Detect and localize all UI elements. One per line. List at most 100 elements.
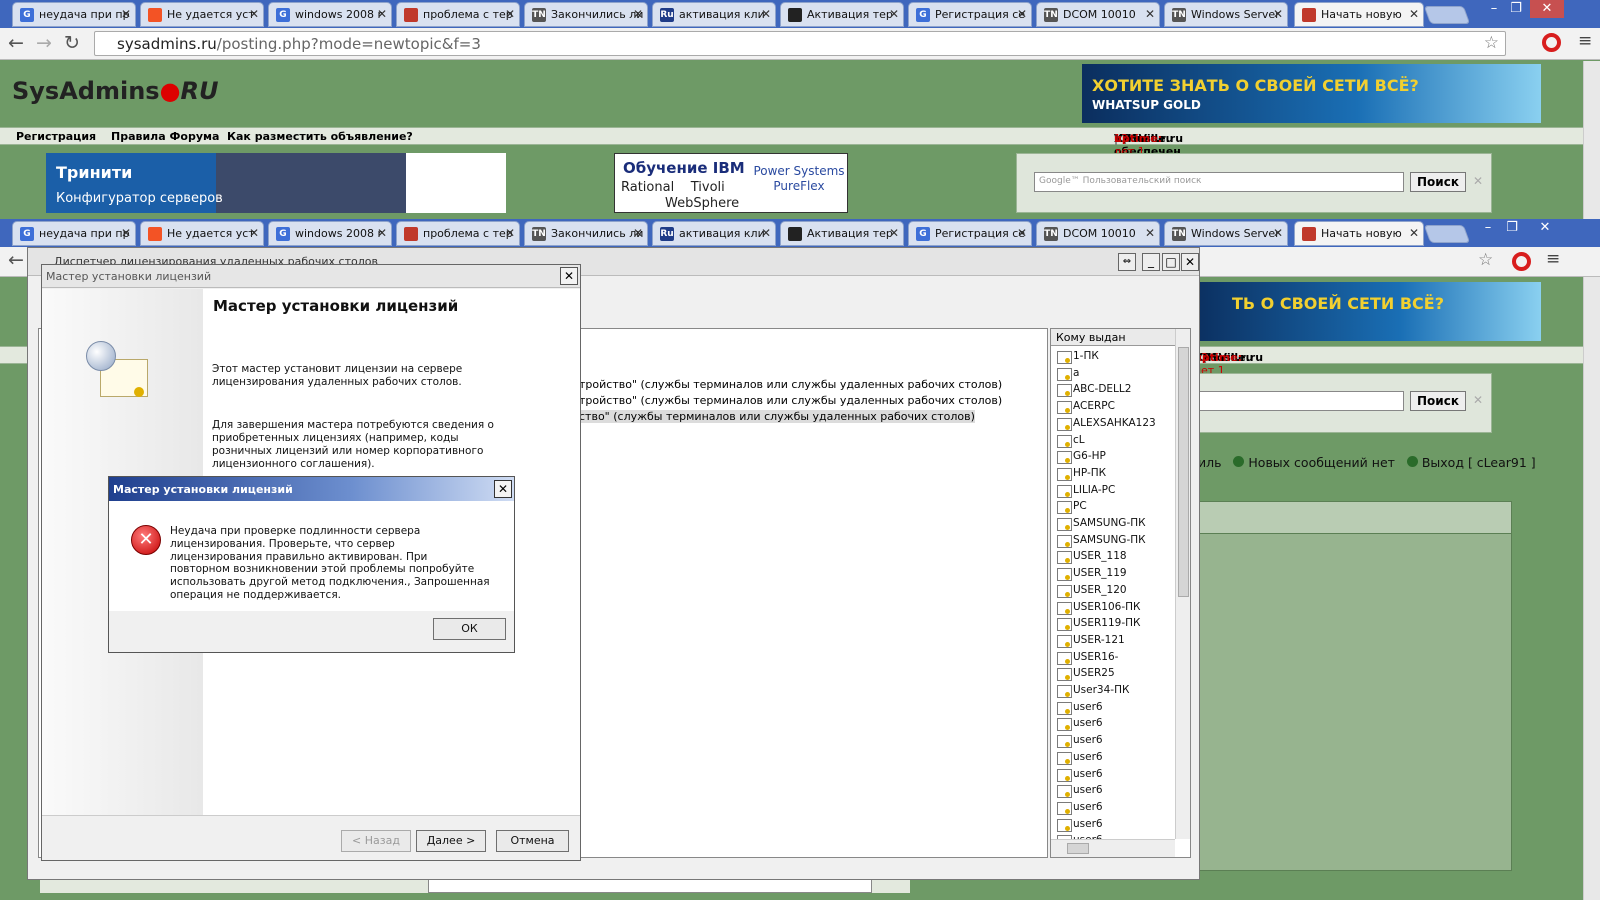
list-hscrollbar[interactable] xyxy=(1051,839,1175,857)
tab-close-icon[interactable]: ✕ xyxy=(1017,7,1027,21)
client-list-item[interactable]: G6-HP xyxy=(1057,450,1106,465)
list-scrollbar[interactable] xyxy=(1175,329,1190,839)
opera-icon[interactable] xyxy=(1542,33,1561,52)
client-list-item[interactable]: HP-ПК xyxy=(1057,467,1106,481)
remote-ad-banner[interactable]: ТЬ О СВОЕЙ СЕТИ ВСЁ? xyxy=(1190,282,1541,341)
wizard-close-button[interactable]: ✕ xyxy=(560,267,578,285)
forward-icon[interactable]: → xyxy=(36,32,52,54)
tab-close-icon[interactable]: ✕ xyxy=(505,226,515,240)
remote-search-input[interactable] xyxy=(1191,391,1404,411)
minimize-button[interactable]: – xyxy=(1484,0,1504,18)
tab-close-icon[interactable]: ✕ xyxy=(1145,226,1155,240)
client-list-item[interactable]: user6 xyxy=(1057,751,1103,765)
tab-close-icon[interactable]: ✕ xyxy=(1273,7,1283,21)
remote-tab[interactable]: проблема с тер ✕ xyxy=(396,221,520,246)
client-list-item[interactable]: LILIA-PC xyxy=(1057,484,1115,498)
client-list-item[interactable]: USER16- xyxy=(1057,651,1118,665)
client-list-item[interactable]: USER25 xyxy=(1057,667,1115,682)
remote-tab[interactable]: Активация тер ✕ xyxy=(780,221,904,246)
client-list-item[interactable]: USER106-ПК xyxy=(1057,601,1140,615)
tab-close-icon[interactable]: ✕ xyxy=(761,226,771,240)
remote-maximize-button[interactable]: ❐ xyxy=(1502,219,1522,237)
client-list-item[interactable]: USER-121 xyxy=(1057,634,1125,648)
log-line[interactable]: ство" (службы терминалов или службы удал… xyxy=(579,410,975,423)
tab-close-icon[interactable]: ✕ xyxy=(249,7,259,21)
close-icon[interactable]: ✕ xyxy=(1473,174,1483,188)
client-list-item[interactable]: ABC-DELL2 xyxy=(1057,383,1131,398)
tab-close-icon[interactable]: ✕ xyxy=(121,7,131,21)
tab-close-icon[interactable]: ✕ xyxy=(505,7,515,21)
ok-button[interactable]: ОК xyxy=(433,618,506,640)
remote-close-button[interactable]: ✕ xyxy=(1530,219,1560,237)
tab-close-icon[interactable]: ✕ xyxy=(121,226,131,240)
remote-tab[interactable]: TN Закончились ли ✕ xyxy=(524,221,648,246)
new-tab-button[interactable] xyxy=(1423,6,1471,24)
client-list-item[interactable]: User34-ПК xyxy=(1057,684,1129,698)
cancel-button[interactable]: Отмена xyxy=(496,830,569,852)
tab[interactable]: Ru активация кли ✕ xyxy=(652,2,776,27)
remote-tab[interactable]: TN Windows Server ✕ xyxy=(1164,221,1288,246)
search-input[interactable]: Google™ Пользовательский поиск xyxy=(1034,172,1404,192)
tab[interactable]: G Регистрация се ✕ xyxy=(908,2,1032,27)
tab-close-icon[interactable]: ✕ xyxy=(1273,226,1283,240)
star-icon[interactable]: ☆ xyxy=(1484,33,1499,53)
client-list-item[interactable]: a xyxy=(1057,367,1079,381)
remote-tab[interactable]: Не удается уст ✕ xyxy=(140,221,264,246)
menu-icon[interactable]: ≡ xyxy=(1578,31,1592,51)
site-logo[interactable]: SysAdmins●RU xyxy=(12,77,219,105)
page-scrollbar[interactable] xyxy=(1583,61,1600,221)
ad-ibm-banner[interactable]: Обучение IBM Power Systems PureFlex Rati… xyxy=(614,153,848,213)
client-list-item[interactable]: USER_120 xyxy=(1057,584,1127,598)
client-list-item[interactable]: USER_119 xyxy=(1057,567,1127,582)
remote-tab[interactable]: TN DCOM 10010 ✕ xyxy=(1036,221,1160,246)
remote-tab[interactable]: Начать новую ✕ xyxy=(1294,221,1424,246)
client-list-item[interactable]: user6 xyxy=(1057,717,1103,732)
tab[interactable]: TN Закончились ли ✕ xyxy=(524,2,648,27)
client-list-item[interactable]: SAMSUNG-ПК xyxy=(1057,534,1146,548)
remote-tab[interactable]: Ru активация кли ✕ xyxy=(652,221,776,246)
tab-close-icon[interactable]: ✕ xyxy=(889,226,899,240)
tab-close-icon[interactable]: ✕ xyxy=(761,7,771,21)
manager-maximize-button[interactable]: □ xyxy=(1162,253,1180,271)
client-list-item[interactable]: cL xyxy=(1057,434,1085,448)
client-list-item[interactable]: user6 xyxy=(1057,701,1103,715)
tab-close-icon[interactable]: ✕ xyxy=(1409,226,1419,240)
client-list-item[interactable]: user6 xyxy=(1057,734,1103,749)
tab[interactable]: Не удается уст ✕ xyxy=(140,2,264,27)
next-button[interactable]: Далее > xyxy=(416,830,486,852)
tab-close-icon[interactable]: ✕ xyxy=(1409,7,1419,21)
client-list-item[interactable]: USER_118 xyxy=(1057,550,1127,565)
remote-close-icon[interactable]: ✕ xyxy=(1473,393,1483,407)
back-icon[interactable]: ← xyxy=(8,32,24,54)
manager-close-button[interactable]: ✕ xyxy=(1181,253,1199,271)
ad-whatsup-banner[interactable]: ХОТИТЕ ЗНАТЬ О СВОЕЙ СЕТИ ВСЁ? WHATSUP G… xyxy=(1082,64,1541,123)
remote-search-button[interactable]: Поиск xyxy=(1410,391,1466,411)
ad-trinity-banner[interactable]: Тринити Конфигуратор серверов xyxy=(46,153,506,213)
tab[interactable]: проблема с тер ✕ xyxy=(396,2,520,27)
remote-menu-icon[interactable]: ≡ xyxy=(1546,249,1560,269)
remote-minimize-button[interactable]: – xyxy=(1478,219,1498,237)
reload-icon[interactable]: ↻ xyxy=(64,32,80,54)
client-list-item[interactable]: SAMSUNG-ПК xyxy=(1057,517,1146,531)
tab[interactable]: Gwindows 2008 r ✕ xyxy=(268,2,392,27)
remote-page-scrollbar[interactable] xyxy=(1583,277,1600,900)
manager-restore-icon[interactable]: ⇔ xyxy=(1118,253,1136,271)
remote-back-icon[interactable]: ← xyxy=(8,249,24,271)
tab[interactable]: Активация тер ✕ xyxy=(780,2,904,27)
remote-tab[interactable]: Gнеудача при пр ✕ xyxy=(12,221,136,246)
remote-star-icon[interactable]: ☆ xyxy=(1478,250,1493,270)
client-list-item[interactable]: user6 xyxy=(1057,801,1103,815)
maximize-button[interactable]: ❐ xyxy=(1506,0,1526,18)
client-list-item[interactable]: user6 xyxy=(1057,818,1103,832)
client-list-item[interactable]: user6 xyxy=(1057,784,1103,799)
nav-rules[interactable]: Правила Форума xyxy=(111,130,219,143)
nav-howto[interactable]: Как разместить объявление? xyxy=(227,130,413,143)
tab[interactable]: Начать новую ✕ xyxy=(1294,2,1424,27)
tab-close-icon[interactable]: ✕ xyxy=(249,226,259,240)
remote-tab[interactable]: Gwindows 2008 r ✕ xyxy=(268,221,392,246)
tab[interactable]: Gнеудача при пр ✕ xyxy=(12,2,136,27)
tab-close-icon[interactable]: ✕ xyxy=(889,7,899,21)
client-list-item[interactable]: 1-ПК xyxy=(1057,350,1099,364)
list-header[interactable]: Кому выдан xyxy=(1051,329,1175,346)
search-button[interactable]: Поиск xyxy=(1410,172,1466,192)
